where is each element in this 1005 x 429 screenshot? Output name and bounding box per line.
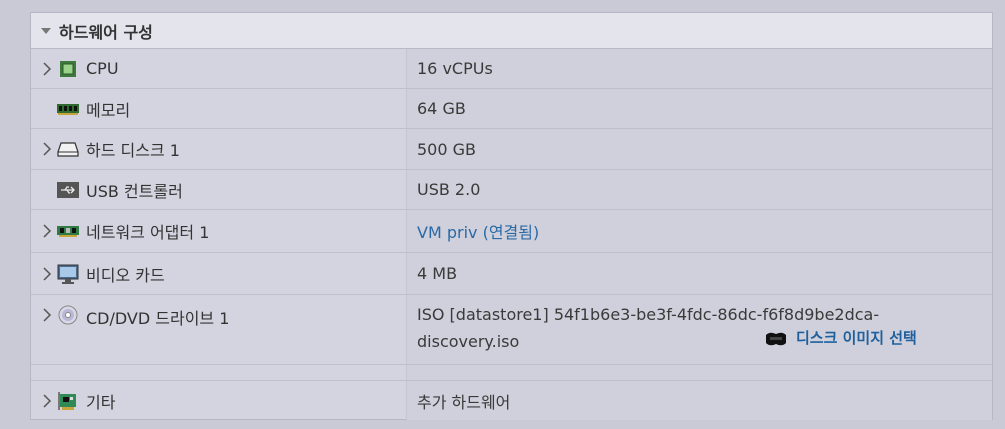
hardware-row-other[interactable]: 기타 추가 하드웨어 — [31, 381, 992, 420]
row-value: 16 vCPUs — [406, 49, 992, 88]
hardware-row-memory: 메모리 64 GB — [31, 89, 992, 129]
chevron-right-icon[interactable] — [39, 266, 55, 282]
row-label: USB 컨트롤러 — [86, 181, 183, 201]
section-title: 하드웨어 구성 — [59, 22, 153, 42]
spacer-row — [31, 365, 992, 381]
section-header[interactable]: 하드웨어 구성 — [31, 13, 992, 49]
hardware-config-panel: 하드웨어 구성 CPU 16 vCPUs 메모리 64 GB 하드 디스크 1 … — [30, 12, 993, 420]
disk-image-icon — [766, 332, 786, 345]
network-adapter-icon — [57, 222, 79, 240]
select-disk-image-label: 디스크 이미지 선택 — [796, 329, 917, 347]
row-label: CPU — [86, 59, 119, 78]
hardware-row-usb: USB 컨트롤러 USB 2.0 — [31, 170, 992, 210]
hardware-row-cpu[interactable]: CPU 16 vCPUs — [31, 49, 992, 89]
cd-dvd-icon — [57, 305, 79, 325]
row-value: 4 MB — [406, 253, 992, 294]
select-disk-image-button[interactable]: 디스크 이미지 선택 — [764, 325, 917, 352]
row-label: 비디오 카드 — [86, 265, 165, 285]
iso-path-line1: ISO [datastore1] 54f1b6e3-be3f-4fdc-86dc… — [417, 305, 880, 324]
row-label: 기타 — [86, 392, 116, 412]
row-label: 네트워크 어댑터 1 — [86, 223, 210, 242]
caret-down-icon[interactable] — [41, 27, 51, 34]
chevron-right-icon[interactable] — [39, 307, 55, 323]
row-label: 메모리 — [86, 100, 131, 120]
row-value: 500 GB — [406, 129, 992, 169]
hard-disk-icon — [57, 140, 79, 158]
chevron-right-icon[interactable] — [39, 223, 55, 239]
row-label: CD/DVD 드라이브 1 — [86, 309, 230, 328]
chevron-right-icon[interactable] — [39, 141, 55, 157]
chevron-right-icon[interactable] — [39, 393, 55, 409]
usb-icon — [57, 181, 79, 199]
row-value: 64 GB — [406, 89, 992, 128]
row-value: USB 2.0 — [406, 170, 992, 209]
row-label: 하드 디스크 1 — [86, 141, 180, 160]
hardware-row-network-adapter[interactable]: 네트워크 어댑터 1 VM priv (연결됨) — [31, 210, 992, 253]
hardware-row-video-card[interactable]: 비디오 카드 4 MB — [31, 253, 992, 295]
pci-card-icon — [57, 391, 79, 410]
network-link[interactable]: VM priv (연결됨) — [417, 219, 539, 243]
hardware-row-cd-dvd[interactable]: CD/DVD 드라이브 1 ISO [datastore1] 54f1b6e3-… — [31, 295, 992, 365]
chevron-right-icon[interactable] — [39, 61, 55, 77]
cpu-icon — [57, 60, 79, 78]
monitor-icon — [57, 264, 79, 284]
hardware-row-hard-disk[interactable]: 하드 디스크 1 500 GB — [31, 129, 992, 170]
memory-icon — [57, 100, 79, 118]
row-value: 추가 하드웨어 — [406, 381, 992, 420]
